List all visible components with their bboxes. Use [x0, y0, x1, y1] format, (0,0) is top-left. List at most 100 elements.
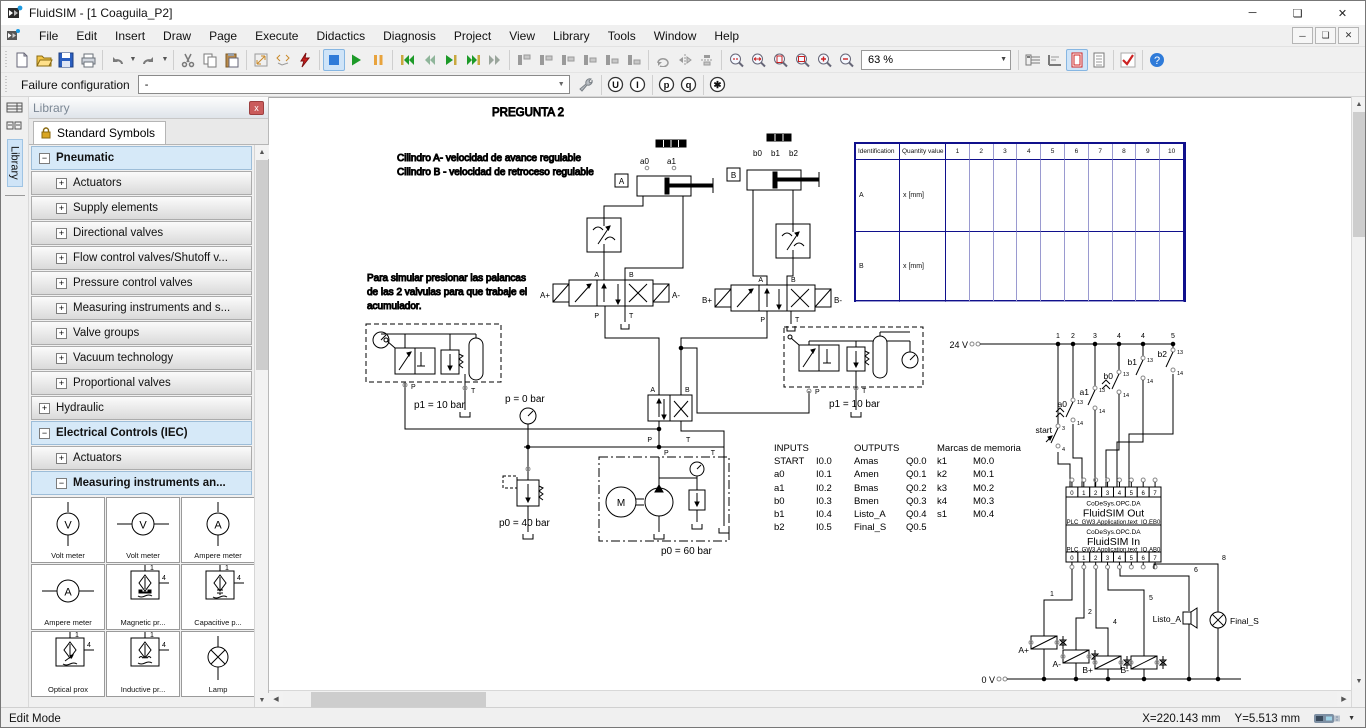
- pan-button[interactable]: [272, 49, 294, 71]
- chevron-down-icon[interactable]: ▼: [160, 49, 170, 71]
- to-start-button[interactable]: [396, 49, 418, 71]
- directional-valve-a[interactable]: A+ A- A B P T: [540, 272, 680, 320]
- mdi-restore-button[interactable]: ❏: [1315, 27, 1336, 44]
- stop-button[interactable]: [323, 49, 345, 71]
- copy-button[interactable]: [199, 49, 221, 71]
- menu-draw[interactable]: Draw: [154, 25, 200, 46]
- step-back-button[interactable]: [418, 49, 440, 71]
- coil-Aplus[interactable]: 1A+: [1018, 569, 1072, 681]
- flow-control-valve-a[interactable]: [587, 218, 621, 252]
- rotate-button[interactable]: [652, 49, 674, 71]
- redo-button[interactable]: [138, 49, 160, 71]
- toolbar-grip[interactable]: [3, 51, 9, 69]
- symbol-prox-capacitive[interactable]: 14Capacitive p...: [181, 564, 254, 630]
- zoom-page-button[interactable]: [769, 49, 791, 71]
- expand-icon[interactable]: +: [56, 353, 67, 364]
- tree-item-directional-valves[interactable]: +Directional valves: [31, 221, 252, 245]
- menu-edit[interactable]: Edit: [67, 25, 106, 46]
- align-center-button[interactable]: [535, 49, 557, 71]
- symbol-volt-h[interactable]: VVolt meter: [106, 497, 180, 563]
- align-bottom-button[interactable]: [623, 49, 645, 71]
- toolbar-grip[interactable]: [3, 76, 9, 94]
- zoom-out-button[interactable]: [835, 49, 857, 71]
- mdi-close-button[interactable]: ✕: [1338, 27, 1359, 44]
- zoom-in-button[interactable]: [813, 49, 835, 71]
- align-left-button[interactable]: [513, 49, 535, 71]
- save-button[interactable]: [55, 49, 77, 71]
- scroll-right-icon[interactable]: ▶: [1337, 692, 1351, 706]
- expand-icon[interactable]: +: [56, 453, 67, 464]
- align-top-button[interactable]: [579, 49, 601, 71]
- page-button[interactable]: [1066, 49, 1088, 71]
- symbol-volt-v[interactable]: VVolt meter: [31, 497, 105, 563]
- relief-valve[interactable]: p0 = 40 bar: [499, 476, 551, 529]
- tree-item-pressure-control-valves[interactable]: +Pressure control valves: [31, 271, 252, 295]
- zoom-100-button[interactable]: [725, 49, 747, 71]
- paste-button[interactable]: [221, 49, 243, 71]
- watch-voltage-U-button[interactable]: U: [605, 74, 627, 96]
- restore-button[interactable]: ❏: [1275, 1, 1320, 25]
- accumulator-unit-left[interactable]: [366, 324, 501, 382]
- menu-execute[interactable]: Execute: [246, 25, 307, 46]
- license-dongle-indicator[interactable]: ▼: [1314, 712, 1355, 725]
- zoom-width-button[interactable]: [747, 49, 769, 71]
- menu-diagnosis[interactable]: Diagnosis: [374, 25, 445, 46]
- switch-b2[interactable]: 1314b2: [1129, 344, 1183, 487]
- expand-icon[interactable]: +: [56, 378, 67, 389]
- directional-valve-b[interactable]: B+ B- A B P T: [702, 277, 842, 324]
- canvas-vscrollbar[interactable]: ▲ ▼: [1351, 97, 1366, 707]
- canvas-hscrollbar[interactable]: ◀ ▶: [269, 690, 1351, 708]
- expand-icon[interactable]: +: [56, 253, 67, 264]
- switch-a1[interactable]: 1314a1: [1080, 344, 1106, 487]
- play-step-button[interactable]: [440, 49, 462, 71]
- expand-icon[interactable]: +: [39, 403, 50, 414]
- menu-view[interactable]: View: [500, 25, 544, 46]
- hscrollbar-thumb[interactable]: [311, 692, 486, 707]
- tree-item-valve-groups[interactable]: +Valve groups: [31, 321, 252, 345]
- tree-item-measuring-instruments-and-s-[interactable]: +Measuring instruments and s...: [31, 296, 252, 320]
- tree-item-hydraulic[interactable]: +Hydraulic: [31, 396, 252, 420]
- scroll-up-icon[interactable]: ▲: [1352, 97, 1366, 111]
- switch-b1[interactable]: 1314b1: [1117, 344, 1153, 487]
- scroll-down-icon[interactable]: ▼: [255, 693, 269, 707]
- play-button[interactable]: [345, 49, 367, 71]
- help-button[interactable]: ?: [1146, 49, 1168, 71]
- library-panel-header[interactable]: Library x: [29, 97, 268, 119]
- scroll-up-icon[interactable]: ▲: [255, 145, 269, 159]
- vscrollbar-thumb[interactable]: [1353, 112, 1365, 237]
- symbol-lamp[interactable]: Lamp: [181, 631, 254, 697]
- flip-h-button[interactable]: [674, 49, 696, 71]
- tree-item-proportional-valves[interactable]: +Proportional valves: [31, 371, 252, 395]
- expand-icon[interactable]: +: [56, 328, 67, 339]
- zoom-rect-button[interactable]: [791, 49, 813, 71]
- watch-flow-q-button[interactable]: q: [678, 74, 700, 96]
- library-close-icon[interactable]: x: [249, 101, 264, 115]
- expand-icon[interactable]: +: [56, 203, 67, 214]
- wrench-button[interactable]: [576, 74, 598, 96]
- expand-icon[interactable]: +: [56, 303, 67, 314]
- menu-page[interactable]: Page: [200, 25, 246, 46]
- symbol-prox-inductive[interactable]: 14Inductive pr...: [106, 631, 180, 697]
- schematic-canvas[interactable]: PREGUNTA 2 Cilindro A- velocidad de avan…: [269, 97, 1351, 707]
- menu-help[interactable]: Help: [705, 25, 748, 46]
- menu-library[interactable]: Library: [544, 25, 599, 46]
- zoom-level-select[interactable]: 63 %▼: [861, 50, 1011, 70]
- mdi-minimize-button[interactable]: ─: [1292, 27, 1313, 44]
- symbol-amp-h[interactable]: AAmpere meter: [31, 564, 105, 630]
- flip-v-button[interactable]: [696, 49, 718, 71]
- frames-button[interactable]: [1022, 49, 1044, 71]
- undo-button[interactable]: [106, 49, 128, 71]
- tree-item-actuators[interactable]: +Actuators: [31, 171, 252, 195]
- symbol-prox-magnetic[interactable]: 14Magnetic pr...: [106, 564, 180, 630]
- tree-item-actuators[interactable]: +Actuators: [31, 446, 252, 470]
- expand-icon[interactable]: +: [56, 278, 67, 289]
- flow-control-valve-b[interactable]: [776, 224, 810, 258]
- tree-item-measuring-instruments-an-[interactable]: −Measuring instruments an...: [31, 471, 252, 495]
- menu-window[interactable]: Window: [645, 25, 706, 46]
- menu-project[interactable]: Project: [445, 25, 500, 46]
- scroll-left-icon[interactable]: ◀: [269, 692, 283, 706]
- minimize-button[interactable]: ─: [1230, 1, 1275, 25]
- new-button[interactable]: [11, 49, 33, 71]
- expand-icon[interactable]: +: [56, 178, 67, 189]
- cylinder-a[interactable]: a0 a1 A: [615, 140, 713, 196]
